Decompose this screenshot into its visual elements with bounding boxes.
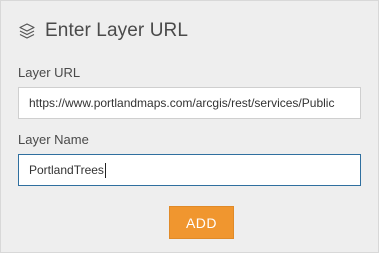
dialog-title: Enter Layer URL: [45, 20, 189, 41]
text-caret: [104, 163, 106, 179]
add-layer-panel: Enter Layer URL Layer URL https://www.po…: [0, 0, 379, 253]
layer-name-value: PortlandTrees: [29, 163, 104, 177]
panel-header: Enter Layer URL: [18, 19, 188, 43]
layer-url-input[interactable]: https://www.portlandmaps.com/arcgis/rest…: [18, 87, 361, 119]
layer-name-label: Layer Name: [18, 132, 89, 147]
layer-url-label: Layer URL: [18, 65, 81, 80]
layer-name-input[interactable]: PortlandTrees: [18, 154, 361, 186]
add-button[interactable]: ADD: [169, 206, 234, 239]
layer-url-value: https://www.portlandmaps.com/arcgis/rest…: [29, 96, 335, 110]
layers-icon: [18, 22, 36, 40]
